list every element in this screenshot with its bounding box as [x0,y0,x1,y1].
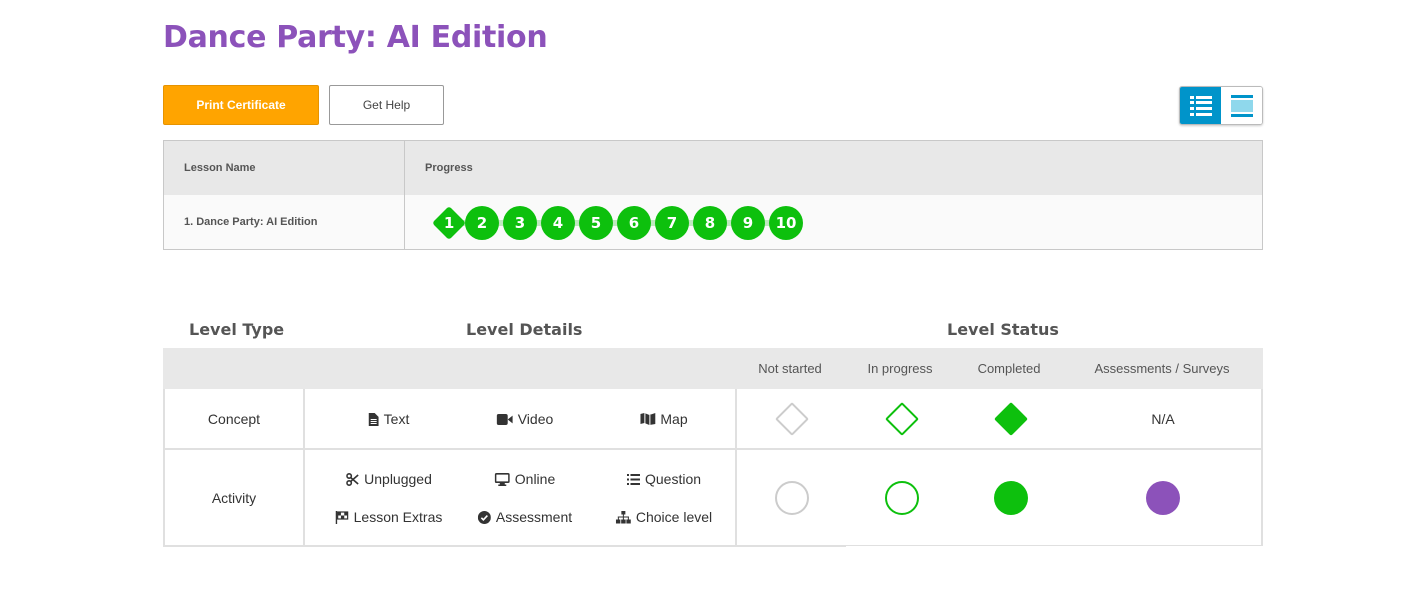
progress-bubbles: 1 2 3 4 5 6 7 8 9 10 [431,206,811,240]
level-number: 8 [704,214,716,232]
detail-label: Unplugged [364,471,432,487]
get-help-button[interactable]: Get Help [329,85,444,125]
view-toggle [1179,86,1263,125]
level-type-concept: Concept [165,389,305,448]
desktop-icon [494,472,510,486]
level-number: 6 [628,214,640,232]
level-type-heading: Level Type [189,320,285,339]
progress-header: Progress [425,162,473,174]
level-details-heading: Level Details [466,320,583,339]
page-title: Dance Party: AI Edition [163,20,548,55]
level-status-heading: Level Status [947,320,1059,339]
detail-lesson-extras: Lesson Extras [335,509,443,525]
detail-unplugged: Unplugged [346,471,432,487]
circle-filled-green-icon [994,481,1028,515]
concept-not-started [775,402,809,436]
detail-assessment: Assessment [477,509,573,525]
level-number: 9 [742,214,754,232]
diamond-outline-green-icon [885,402,919,436]
progress-table-header: Lesson Name Progress [164,141,1262,195]
list-icon [626,473,640,485]
key-table-header: Not started In progress Completed Assess… [163,348,1263,389]
circle-outline-gray-icon [775,481,809,515]
detail-video: Video [496,411,554,427]
detail-question: Question [626,471,702,487]
activity-completed [994,481,1028,515]
activity-assessment [1146,481,1180,515]
diamond-outline-gray-icon [775,402,809,436]
concept-assessment: N/A [1151,411,1175,427]
list-detail-icon [1189,95,1212,116]
detail-online: Online [494,471,556,487]
level-bubble-3[interactable]: 3 [503,206,537,240]
level-bubble-8[interactable]: 8 [693,206,727,240]
list-summary-icon [1230,94,1253,117]
level-bubble-6[interactable]: 6 [617,206,651,240]
detail-choice-level: Choice level [615,509,713,525]
flag-checkered-icon [335,510,349,524]
check-circle-icon [477,510,491,524]
level-number: 3 [514,214,526,232]
level-bubble-1[interactable]: 1 [432,206,466,240]
level-number: 2 [476,214,488,232]
progress-table: Lesson Name Progress 1. Dance Party: AI … [163,140,1263,250]
level-type-activity: Activity [165,450,305,545]
level-bubble-5[interactable]: 5 [579,206,613,240]
level-number: 5 [590,214,602,232]
detail-label: Text [383,411,410,427]
detail-label: Choice level [635,509,713,525]
level-number: 10 [775,214,797,232]
detail-map: Map [640,411,688,427]
detail-label: Video [517,411,554,427]
diamond-filled-green-icon [994,402,1028,436]
table-row: 1. Dance Party: AI Edition 1 2 3 4 5 6 7 8 9 10 [164,195,1262,249]
level-key-table: Not started In progress Completed Assess… [163,348,1263,548]
level-bubble-4[interactable]: 4 [541,206,575,240]
level-number: 7 [666,214,678,232]
concept-completed [994,402,1028,436]
level-number: 1 [443,214,455,232]
level-bubble-10[interactable]: 10 [769,206,803,240]
scissors-icon [346,472,359,486]
circle-outline-green-icon [885,481,919,515]
level-bubble-7[interactable]: 7 [655,206,689,240]
activity-not-started [775,481,809,515]
detail-label: Assessment [495,509,573,525]
level-bubble-9[interactable]: 9 [731,206,765,240]
lesson-name-header: Lesson Name [164,141,405,195]
concept-in-progress [885,402,919,436]
activity-in-progress [885,481,919,515]
detail-label: Lesson Extras [353,509,443,525]
status-in-progress-header: In progress [867,361,933,376]
detail-label: Map [660,411,688,427]
video-camera-icon [496,413,513,425]
summary-view-button[interactable] [1221,87,1262,124]
map-icon [640,413,656,425]
sitemap-icon [615,510,631,523]
detail-text: Text [368,411,410,427]
status-assessments-header: Assessments / Surveys [1094,361,1230,376]
detail-view-button[interactable] [1180,87,1221,124]
print-certificate-button[interactable]: Print Certificate [163,85,319,125]
level-number: 4 [552,214,564,232]
level-bubble-2[interactable]: 2 [465,206,499,240]
detail-label: Online [514,471,556,487]
detail-label: Question [644,471,702,487]
status-completed-header: Completed [977,361,1041,376]
lesson-name[interactable]: 1. Dance Party: AI Edition [164,195,405,249]
activity-row: Activity Unplugged Online Question Lesso… [163,450,1263,547]
file-text-icon [368,412,379,426]
status-not-started-header: Not started [758,361,822,376]
circle-filled-purple-icon [1146,481,1180,515]
table-edge-mask [846,546,1266,552]
concept-row: Concept Text Video Map N/A [163,389,1263,450]
